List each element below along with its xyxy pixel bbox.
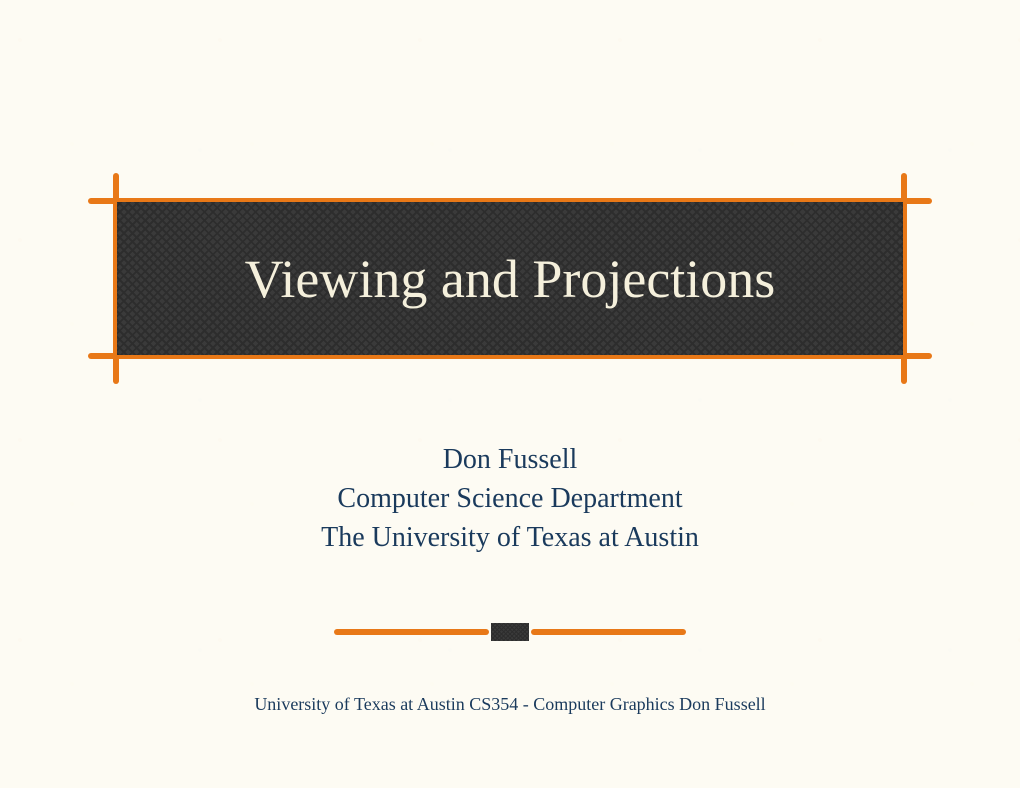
- department: Computer Science Department: [0, 479, 1020, 518]
- slide-title: Viewing and Projections: [245, 248, 776, 310]
- divider-center: [491, 623, 529, 641]
- university: The University of Texas at Austin: [0, 518, 1020, 557]
- title-container: Viewing and Projections: [88, 173, 932, 384]
- footer-text: University of Texas at Austin CS354 - Co…: [0, 694, 1020, 715]
- divider-line-left: [334, 629, 489, 635]
- divider-icon: [334, 623, 686, 641]
- author-name: Don Fussell: [0, 440, 1020, 479]
- divider-line-right: [531, 629, 686, 635]
- slide: Viewing and Projections Don Fussell Comp…: [0, 0, 1020, 788]
- title-box: Viewing and Projections: [113, 198, 907, 359]
- subtitle-block: Don Fussell Computer Science Department …: [0, 440, 1020, 558]
